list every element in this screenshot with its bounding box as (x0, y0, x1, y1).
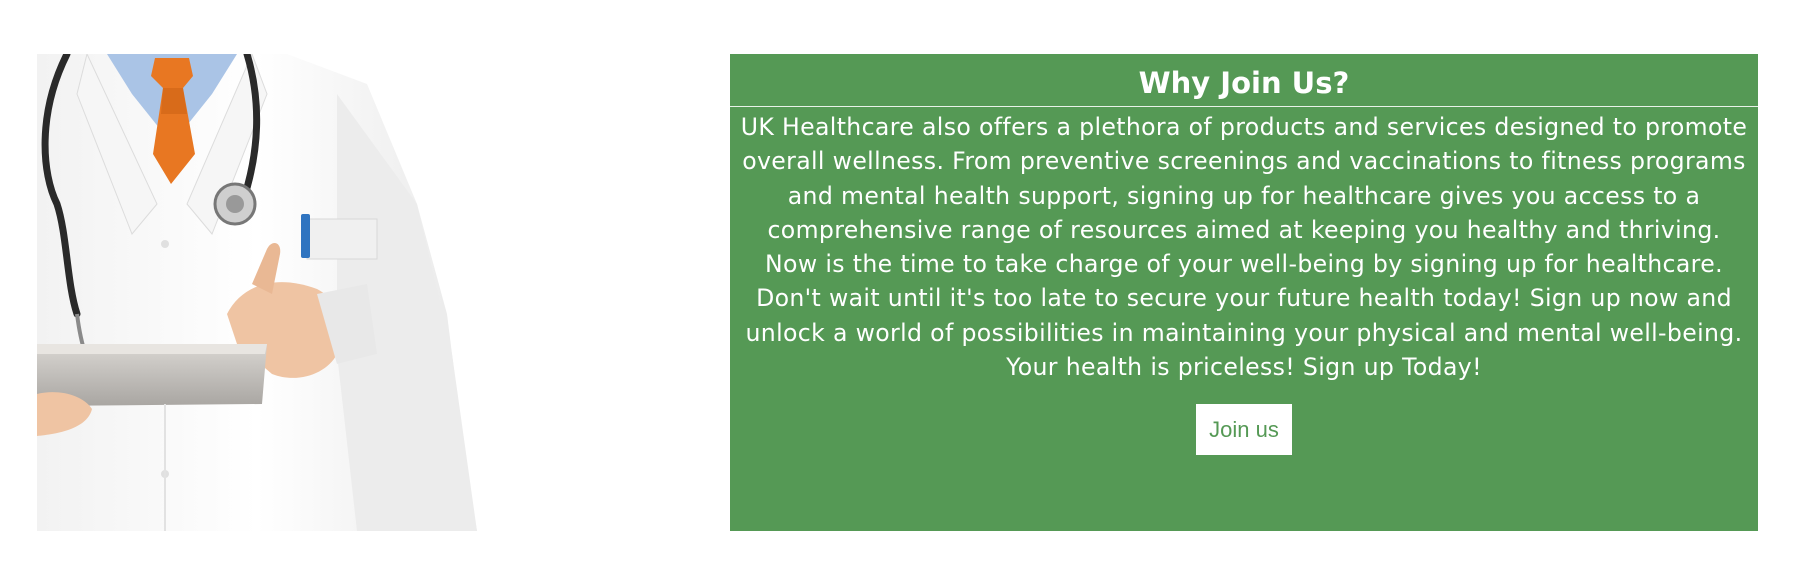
doctor-image (37, 54, 477, 531)
join-us-button[interactable]: Join us (1196, 404, 1292, 456)
panel-title: Why Join Us? (730, 54, 1758, 107)
page: Why Join Us? UK Healthcare also offers a… (0, 0, 1800, 582)
panel-body-text: UK Healthcare also offers a plethora of … (740, 113, 1748, 382)
doctor-illustration-icon (37, 54, 477, 531)
why-join-panel: Why Join Us? UK Healthcare also offers a… (730, 54, 1758, 531)
